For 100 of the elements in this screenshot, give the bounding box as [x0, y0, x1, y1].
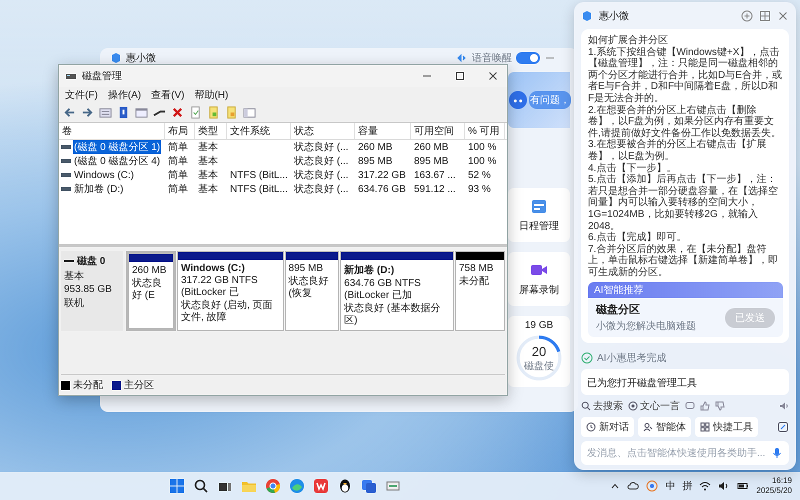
menu-item[interactable]: 操作(A): [108, 88, 142, 102]
battery-icon[interactable]: [737, 480, 750, 492]
partition-detail: 状态良好 (基本数据分区): [344, 303, 442, 327]
microphone-icon[interactable]: [771, 447, 783, 460]
column-header[interactable]: 可用空间: [411, 123, 465, 139]
column-header[interactable]: 类型: [195, 123, 227, 139]
robot-avatar-icon: [509, 91, 527, 109]
menu-item[interactable]: 查看(V): [151, 88, 184, 102]
browser-icon[interactable]: [265, 478, 282, 494]
delete-icon[interactable]: [171, 106, 184, 119]
thumbs-down-icon[interactable]: [715, 401, 725, 412]
tool-button[interactable]: 快捷工具: [695, 417, 758, 438]
table-cell-text: 状态良好 (...: [293, 140, 350, 154]
table-cell-text: 简单: [167, 140, 189, 154]
table-cell-text: 163.67 ...: [413, 170, 457, 180]
usage-caption: 磁盘使: [524, 360, 554, 372]
column-header[interactable]: 文件系统: [227, 123, 291, 139]
partition-detail: 状态良好 (恢复: [288, 276, 330, 300]
search-icon[interactable]: [193, 478, 210, 494]
table-cell-text: NTFS (BitL...: [229, 170, 289, 180]
windows-logo-icon[interactable]: [169, 478, 186, 494]
table-cell-text: 52 %: [467, 170, 492, 180]
partition-name: Windows (C:): [181, 263, 246, 274]
office-app-icon[interactable]: [313, 478, 330, 494]
partition-block[interactable]: Windows (C:) 317.22 GB NTFS (BitLocker 已 状态良好 (启动, 页面文件, 故障: [177, 251, 284, 331]
input-method-indicator[interactable]: 中: [665, 479, 676, 493]
calendar-icon: [530, 197, 548, 215]
column-header[interactable]: % 可用: [465, 123, 505, 139]
list-view-icon[interactable]: [99, 106, 112, 119]
partition-detail: 260 MB: [132, 265, 168, 277]
reply-bubble: 已为您打开磁盘管理工具: [581, 369, 789, 396]
app-icon[interactable]: [361, 478, 378, 494]
table-cell-text: 100 %: [467, 142, 498, 152]
partition-block[interactable]: 895 MB 状态良好 (恢复: [284, 251, 340, 331]
menu-item[interactable]: 帮助(H): [194, 88, 228, 102]
table-cell-text: 260 MB: [357, 142, 394, 152]
table-cell-text: 状态良好 (...: [293, 154, 350, 168]
close-icon[interactable]: [777, 10, 789, 22]
column-header[interactable]: 容量: [355, 123, 411, 139]
plus-circle-icon[interactable]: [741, 10, 753, 22]
feature-tile[interactable]: 屏幕录制: [508, 252, 570, 306]
target-icon: [628, 401, 638, 412]
back-arrow-icon[interactable]: [63, 106, 76, 119]
recommend-tag: AI智能推荐: [588, 282, 783, 298]
check-circle-icon: [581, 352, 593, 364]
document-icon[interactable]: [207, 106, 220, 119]
clock-date[interactable]: 2025/5/20: [756, 486, 792, 496]
input-method-indicator[interactable]: 拼: [682, 479, 692, 493]
action-link[interactable]: 去搜索: [581, 399, 623, 414]
menu-item[interactable]: 文件(F): [65, 88, 98, 102]
chevron-up-icon[interactable]: [610, 481, 620, 491]
browser-icon[interactable]: [289, 478, 306, 494]
answer-step: 7.合并分区后的效果，在【未分配】盘符上，单击鼠标右键选择【新建简单卷】，即可生成新的分区。: [588, 244, 783, 278]
table-cell-text: 基本: [197, 140, 219, 154]
thinking-status: AI小惠思考完成: [597, 352, 666, 366]
column-header[interactable]: 布局: [165, 123, 195, 139]
panel-icon[interactable]: [135, 106, 148, 119]
sound-wave-icon: [456, 52, 468, 64]
speaker-icon[interactable]: [779, 401, 789, 412]
window-icon[interactable]: [243, 106, 256, 119]
usage-percent: 20: [532, 344, 546, 358]
panel-title: 惠小微: [599, 10, 629, 23]
volume-name[interactable]: 新加卷 (D:): [73, 182, 124, 196]
partition-block[interactable]: 758 MB 未分配: [455, 251, 505, 331]
partition-detail: 758 MB: [459, 263, 494, 275]
column-header[interactable]: 状态: [291, 123, 355, 139]
cloud-icon[interactable]: [627, 480, 640, 492]
column-header[interactable]: 卷: [59, 123, 165, 139]
document-icon[interactable]: [225, 106, 238, 119]
volume-name[interactable]: Windows (C:): [73, 170, 136, 180]
legend-label: 主分区: [124, 378, 154, 392]
legend-label: 未分配: [73, 378, 103, 392]
grid-icon: [700, 422, 710, 432]
clock-time[interactable]: 16:19: [772, 476, 792, 486]
partition-detail: 未分配: [459, 276, 490, 288]
wifi-icon[interactable]: [699, 480, 712, 492]
answer-step: 3.在想要被合并的分区上右键点击【扩展卷】，以E盘为例。: [588, 139, 783, 163]
help-book-icon[interactable]: [117, 106, 130, 119]
tool-button[interactable]: 智能体: [638, 417, 691, 438]
screenshot-icon[interactable]: [777, 421, 789, 434]
forward-arrow-icon[interactable]: [81, 106, 94, 119]
table-cell-text: 基本: [197, 168, 219, 182]
thumbs-up-icon[interactable]: [700, 401, 710, 412]
voice-wake-label: 语音唤醒: [472, 52, 512, 65]
answer-step: 1.系统下按组合键【Windows键+X】，点击【磁盘管理】，注：只能是同一磁盘相邻的两个分区才能进行合并，比如D与E合并，或者E与F合并，D和F中间隔着E盘，所以D和F是无法合并的。: [588, 46, 783, 105]
recommend-title: 磁盘分区: [596, 302, 641, 318]
partition-block[interactable]: 新加卷 (D:) 634.76 GB NTFS (BitLocker 已加 状态良好 (基本数据分区): [340, 251, 454, 331]
app-tray-icon[interactable]: [646, 480, 658, 492]
volume-name[interactable]: (磁盘 0 磁盘分区 4): [73, 154, 162, 168]
voice-wake-toggle[interactable]: [516, 52, 540, 64]
tool-button[interactable]: 新对话: [581, 417, 634, 438]
feature-tile[interactable]: 日程管理: [508, 188, 570, 242]
comment-icon[interactable]: [685, 401, 695, 412]
table-cell-text: 634.76 GB: [357, 184, 407, 194]
partition-block[interactable]: 260 MB 状态良好 (E: [126, 251, 176, 331]
volume-name[interactable]: (磁盘 0 磁盘分区 1): [73, 140, 162, 154]
message-input[interactable]: 发消息、点击智能体快速使用各类助手...: [581, 441, 789, 466]
action-link[interactable]: 文心一言: [628, 399, 680, 414]
grid-icon[interactable]: [759, 10, 771, 22]
document-check-icon[interactable]: [189, 106, 202, 119]
